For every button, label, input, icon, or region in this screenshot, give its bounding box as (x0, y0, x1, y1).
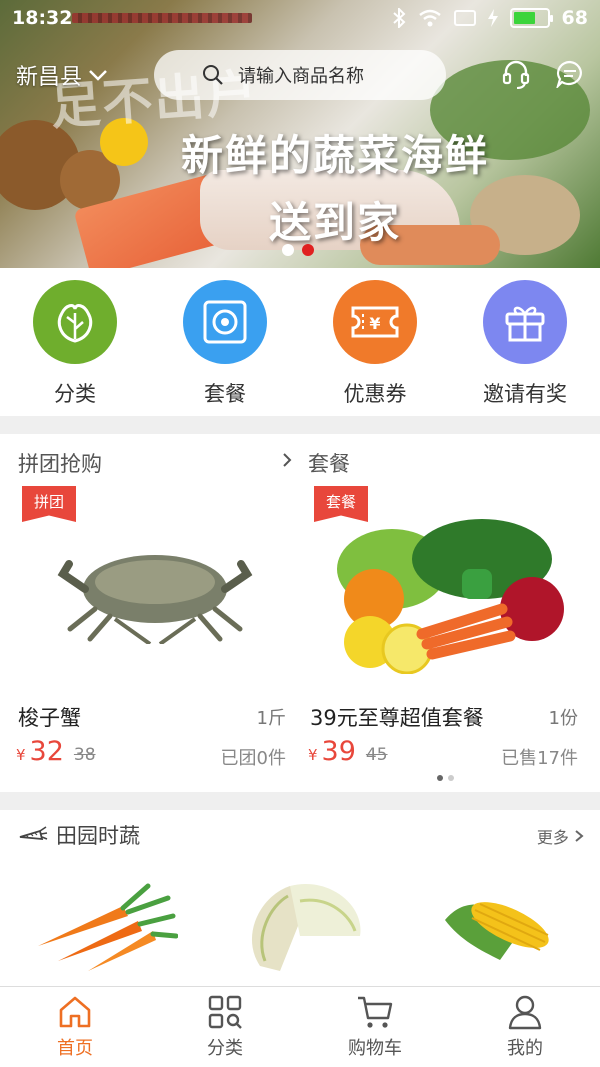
deal-name: 39元至尊超值套餐 (310, 706, 484, 730)
coupon-icon: ¥ (351, 306, 399, 338)
quick-item-package[interactable]: 套餐 (150, 268, 300, 416)
deal-name: 梭子蟹 (18, 706, 81, 730)
box-icon (203, 300, 247, 344)
bluetooth-icon (392, 8, 405, 28)
user-icon (508, 995, 542, 1030)
carrot-image[interactable] (28, 876, 178, 976)
quick-icon-bg: ¥ (333, 280, 417, 364)
price-value: 39 (321, 736, 356, 767)
gift-icon (505, 306, 545, 342)
banner-pagination (282, 244, 314, 256)
carrier-name (72, 13, 252, 23)
deal-card[interactable]: 拼团 梭子蟹 1斤 ¥ 32 38 已团0件 (0, 484, 290, 769)
battery-icon (509, 8, 553, 28)
nav-category[interactable]: 分类 (150, 987, 300, 1067)
status-bar: 18:32 68 (0, 0, 600, 36)
page-dot-active (437, 775, 443, 781)
quick-label: 分类 (54, 382, 96, 406)
deals-section: 拼团抢购 套餐 拼团 梭子蟹 1斤 ¥ 32 38 已团0件 套餐 39元至尊超… (0, 434, 600, 792)
chevron-down-icon (89, 70, 107, 81)
price-value: 32 (29, 736, 64, 767)
section-title: 田园时蔬 (56, 824, 140, 848)
deal-price: ¥ 32 38 (16, 736, 96, 767)
cart-icon (358, 996, 393, 1028)
deal-unit: 1斤 (256, 708, 286, 729)
svg-text:¥: ¥ (369, 314, 380, 333)
wifi-icon (418, 9, 441, 27)
quick-icon-bg (483, 280, 567, 364)
deal-price: ¥ 39 45 (308, 736, 388, 767)
nav-cart[interactable]: 购物车 (300, 987, 450, 1067)
section-header: 田园时蔬 (18, 820, 140, 850)
headset-icon[interactable] (502, 60, 530, 90)
search-placeholder: 请输入商品名称 (238, 66, 364, 87)
currency-symbol: ¥ (308, 746, 318, 764)
deal-unit: 1份 (548, 708, 578, 729)
promo-banner[interactable]: 18:32 68 足不出户 新鲜的蔬菜海鲜 送到家 新昌县 请输入商品名称 (0, 0, 600, 268)
location-label: 新昌县 (16, 65, 83, 90)
quick-item-coupon[interactable]: ¥ 优惠券 (300, 268, 450, 416)
deal-card[interactable]: 套餐 39元至尊超值套餐 1份 ¥ 39 45 已售17件 (292, 484, 582, 769)
crab-image (57, 555, 253, 644)
chevron-right-icon (575, 830, 584, 842)
quick-item-invite[interactable]: 邀请有奖 (450, 268, 600, 416)
page-dot (448, 775, 454, 781)
message-icon[interactable] (556, 60, 584, 88)
package-title[interactable]: 套餐 (308, 448, 350, 478)
vegetable-icon (57, 304, 93, 343)
currency-symbol: ¥ (16, 746, 26, 764)
deal-tag: 拼团 (22, 486, 76, 522)
bottom-nav: 首页 分类 购物车 我的 (0, 986, 600, 1067)
battery-percent: 68 (561, 7, 588, 29)
more-link[interactable]: 更多 (537, 824, 584, 848)
corn-image[interactable] (440, 880, 560, 970)
vegetable-section: 田园时蔬 更多 (0, 810, 600, 986)
quick-icon-bg (183, 280, 267, 364)
quick-item-category[interactable]: 分类 (0, 268, 150, 416)
banner-slogan: 新鲜的蔬菜海鲜 送到家 (150, 122, 520, 256)
home-icon (59, 996, 91, 1028)
quick-label: 邀请有奖 (483, 382, 567, 406)
nav-label: 我的 (507, 1038, 543, 1059)
original-price: 38 (73, 745, 96, 765)
cabbage-image[interactable] (240, 876, 370, 976)
vegetable-package-image (337, 519, 564, 674)
banner-dot[interactable] (282, 244, 294, 256)
more-label: 更多 (536, 828, 569, 847)
group-buy-title[interactable]: 拼团抢购 (18, 448, 102, 478)
nav-profile[interactable]: 我的 (450, 987, 600, 1067)
quick-label: 套餐 (204, 382, 246, 406)
deal-sold-count: 已售17件 (501, 748, 578, 769)
location-selector[interactable]: 新昌县 (16, 59, 108, 91)
search-icon (203, 65, 223, 85)
banner-slogan-line2: 新鲜的蔬菜海鲜 (180, 131, 489, 180)
banner-dot-active[interactable] (302, 244, 314, 256)
sim-icon (453, 10, 476, 26)
category-icon (208, 995, 242, 1029)
carrot-icon (19, 826, 48, 841)
chevron-right-icon[interactable] (282, 452, 292, 468)
deal-sold-count: 已团0件 (220, 748, 286, 769)
search-bar[interactable]: 请输入商品名称 (154, 50, 446, 100)
original-price: 45 (365, 745, 388, 765)
nav-label: 首页 (57, 1038, 93, 1059)
banner-slogan-line3: 送到家 (268, 198, 401, 248)
nav-label: 分类 (207, 1038, 243, 1059)
status-time: 18:32 (12, 7, 73, 29)
quick-menu: 分类 套餐 ¥ 优惠券 邀请有奖 (0, 268, 600, 416)
charging-icon (487, 9, 498, 27)
nav-home[interactable]: 首页 (0, 987, 150, 1067)
quick-label: 优惠券 (343, 382, 407, 406)
deals-pagination (437, 775, 454, 781)
nav-label: 购物车 (348, 1038, 402, 1059)
quick-icon-bg (33, 280, 117, 364)
